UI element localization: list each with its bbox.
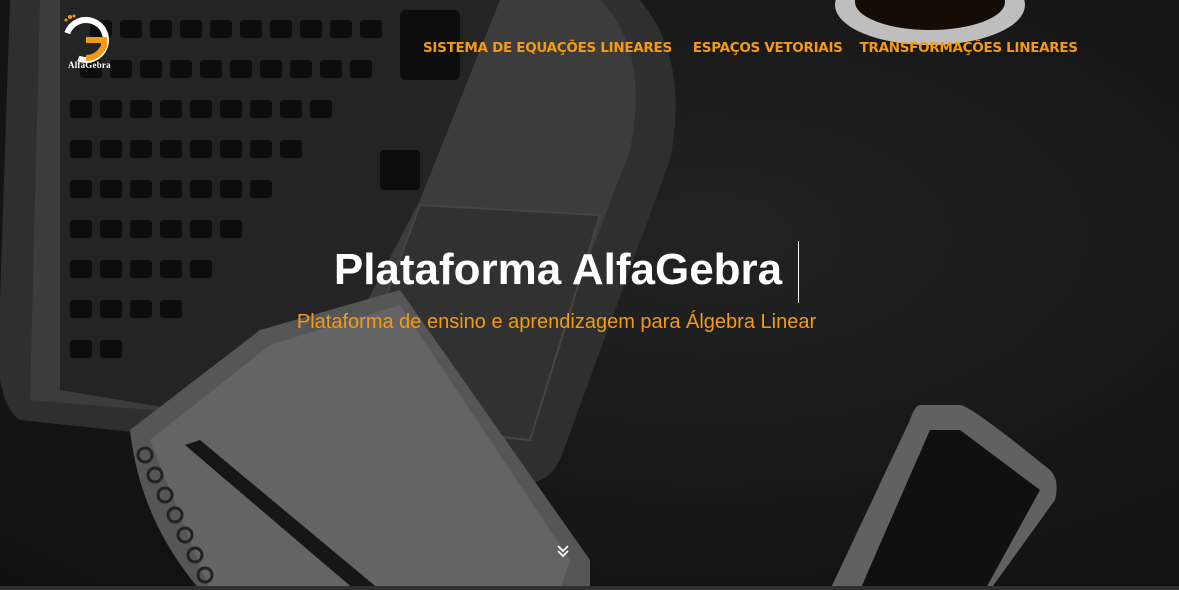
logo-text: AlfaGebra (68, 60, 111, 70)
main-nav: SISTEMA DE EQUAÇÕES LINEARES ESPAÇOS VET… (423, 40, 1078, 56)
typing-caret (798, 241, 799, 303)
hero-dark-overlay (0, 0, 1179, 590)
double-chevron-down-icon[interactable] (555, 543, 571, 559)
hero-title: Plataforma AlfaGebra (333, 245, 783, 294)
hero-subtitle: Plataforma de ensino e aprendizagem para… (296, 311, 817, 333)
nav-item-transformacoes[interactable]: TRANSFORMAÇÕES LINEARES (860, 40, 1078, 56)
nav-item-espacos-vetoriais[interactable]: ESPAÇOS VETORIAIS (693, 40, 843, 56)
nav-item-sistema-equacoes[interactable]: SISTEMA DE EQUAÇÕES LINEARES (423, 40, 672, 56)
hero-section (0, 0, 1179, 590)
